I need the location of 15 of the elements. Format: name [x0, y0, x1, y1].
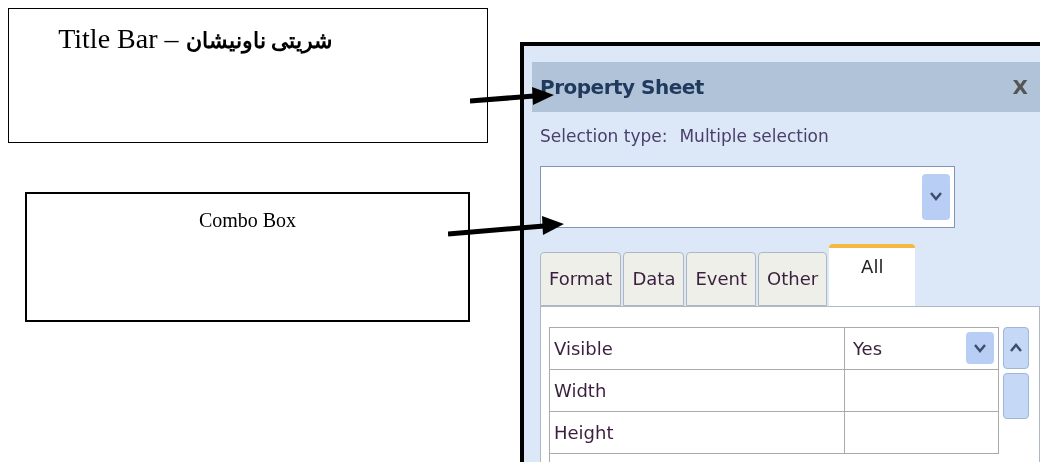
- close-button[interactable]: X: [1012, 72, 1028, 102]
- property-value[interactable]: Yes: [845, 327, 999, 369]
- selection-type-value: Multiple selection: [679, 125, 829, 148]
- selection-type-label: Selection type:: [540, 125, 668, 148]
- tab[interactable]: All: [829, 243, 916, 306]
- callout-label: Combo Box: [198, 210, 297, 230]
- property-name: Visible: [550, 327, 845, 369]
- property-name: Width: [550, 369, 845, 411]
- property-name: Height: [550, 411, 845, 453]
- tab[interactable]: Event: [686, 251, 756, 306]
- tab[interactable]: Data: [623, 251, 685, 306]
- value-text: Yes: [853, 336, 883, 361]
- tab[interactable]: Format: [540, 251, 622, 306]
- tab[interactable]: Other: [758, 251, 828, 306]
- panel-title: Property Sheet: [540, 74, 704, 101]
